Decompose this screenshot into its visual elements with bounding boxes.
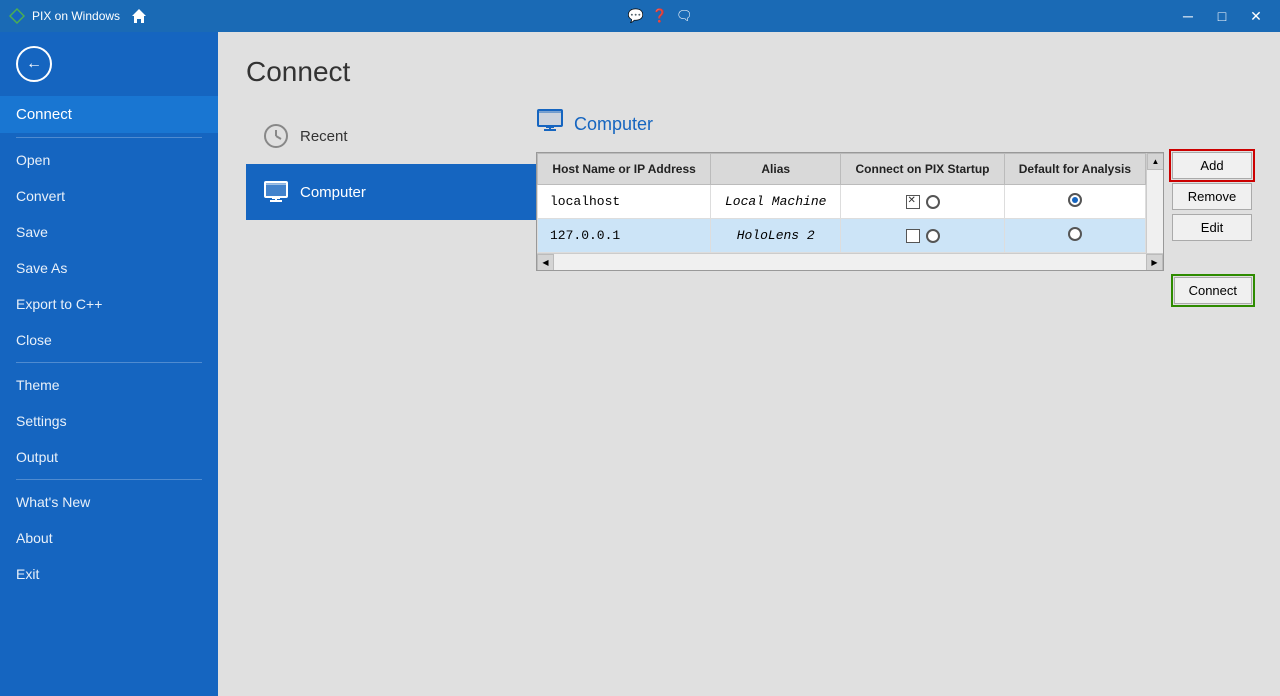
sidebar-back-button[interactable]: ← xyxy=(0,32,218,96)
edit-button[interactable]: Edit xyxy=(1172,214,1252,241)
recent-icon xyxy=(262,122,290,150)
sidebar-item-export[interactable]: Export to C++ xyxy=(0,286,218,322)
left-nav: Recent Computer xyxy=(246,108,536,304)
computer-section-icon xyxy=(536,108,564,140)
app-title: PIX on Windows xyxy=(32,9,120,23)
connect-startup-cell[interactable] xyxy=(841,185,1005,219)
host-value: 127.0.0.1 xyxy=(538,219,711,253)
sidebar-divider-1 xyxy=(16,137,202,138)
sidebar-divider-2 xyxy=(16,362,202,363)
scroll-left-arrow[interactable]: ◀ xyxy=(537,254,554,271)
chat-icon[interactable]: 🗨 xyxy=(676,8,693,24)
sidebar-item-theme[interactable]: Theme xyxy=(0,367,218,403)
horizontal-scrollbar[interactable]: ◀ ▶ xyxy=(537,253,1163,270)
computer-label: Computer xyxy=(300,184,366,201)
sidebar-divider-3 xyxy=(16,479,202,480)
sidebar-item-settings[interactable]: Settings xyxy=(0,403,218,439)
connect-startup-cell[interactable] xyxy=(841,219,1005,253)
connections-table: Host Name or IP Address Alias Connect on… xyxy=(537,153,1146,253)
connect-panel: Computer Host Name or IP Address Alias xyxy=(536,108,1252,304)
sidebar: ← Connect Open Convert Save Save As Expo… xyxy=(0,32,218,696)
scroll-right-arrow[interactable]: ▶ xyxy=(1146,254,1163,271)
close-button[interactable]: ✕ xyxy=(1240,6,1272,26)
sidebar-item-close[interactable]: Close xyxy=(0,322,218,358)
home-icon[interactable] xyxy=(130,7,148,25)
startup-checkbox-empty[interactable] xyxy=(906,229,920,243)
sidebar-item-save-as[interactable]: Save As xyxy=(0,250,218,286)
sidebar-item-whats-new[interactable]: What's New xyxy=(0,484,218,520)
main-layout: ← Connect Open Convert Save Save As Expo… xyxy=(0,32,1280,696)
alias-value: Local Machine xyxy=(711,185,841,219)
recent-label: Recent xyxy=(300,128,348,145)
titlebar-controls: ─ □ ✕ xyxy=(1172,6,1272,26)
sidebar-item-exit[interactable]: Exit xyxy=(0,556,218,592)
default-radio-filled[interactable] xyxy=(1068,193,1082,207)
computer-icon xyxy=(262,178,290,206)
alias-value: HoloLens 2 xyxy=(711,219,841,253)
startup-radio-empty[interactable] xyxy=(926,229,940,243)
help-icon[interactable]: ❓ xyxy=(652,8,668,24)
sidebar-item-save[interactable]: Save xyxy=(0,214,218,250)
connect-button[interactable]: Connect xyxy=(1174,277,1252,304)
default-cell[interactable] xyxy=(1004,185,1145,219)
minimize-button[interactable]: ─ xyxy=(1172,6,1204,26)
startup-checkbox[interactable] xyxy=(906,195,920,209)
main-content-row: Recent Computer xyxy=(246,108,1252,304)
table-row[interactable]: 127.0.0.1 HoloLens 2 xyxy=(538,219,1146,253)
action-buttons-panel: Add Remove Edit xyxy=(1172,152,1252,241)
default-radio-empty[interactable] xyxy=(1068,227,1082,241)
titlebar-left: PIX on Windows xyxy=(8,7,148,25)
sidebar-item-about[interactable]: About xyxy=(0,520,218,556)
sidebar-active-item[interactable]: Connect xyxy=(0,96,218,133)
back-circle-icon: ← xyxy=(16,46,52,82)
feedback-icon[interactable]: 💬 xyxy=(628,8,644,24)
nav-item-recent[interactable]: Recent xyxy=(246,108,536,164)
col-default: Default for Analysis xyxy=(1004,154,1145,185)
scroll-up-arrow[interactable]: ▲ xyxy=(1147,153,1164,170)
add-button[interactable]: Add xyxy=(1172,152,1252,179)
default-cell[interactable] xyxy=(1004,219,1145,253)
sidebar-item-convert[interactable]: Convert xyxy=(0,178,218,214)
host-value: localhost xyxy=(538,185,711,219)
content-area: Connect Recent xyxy=(218,32,1280,696)
sidebar-item-open[interactable]: Open xyxy=(0,142,218,178)
titlebar: PIX on Windows 💬 ❓ 🗨 ─ □ ✕ xyxy=(0,0,1280,32)
remove-button[interactable]: Remove xyxy=(1172,183,1252,210)
table-row[interactable]: localhost Local Machine xyxy=(538,185,1146,219)
table-plus-buttons: Host Name or IP Address Alias Connect on… xyxy=(536,152,1252,271)
titlebar-icons: 💬 ❓ 🗨 xyxy=(628,8,693,24)
connections-table-container: Host Name or IP Address Alias Connect on… xyxy=(536,152,1164,271)
sidebar-item-output[interactable]: Output xyxy=(0,439,218,475)
app-icon xyxy=(8,7,26,25)
col-host: Host Name or IP Address xyxy=(538,154,711,185)
col-connect-startup: Connect on PIX Startup xyxy=(841,154,1005,185)
page-title: Connect xyxy=(246,56,1252,88)
col-alias: Alias xyxy=(711,154,841,185)
computer-section-header: Computer xyxy=(536,108,1252,140)
maximize-button[interactable]: □ xyxy=(1206,6,1238,26)
startup-radio[interactable] xyxy=(926,195,940,209)
bottom-row: Connect xyxy=(536,277,1252,304)
nav-item-computer[interactable]: Computer xyxy=(246,164,536,220)
computer-section-title: Computer xyxy=(574,114,653,135)
